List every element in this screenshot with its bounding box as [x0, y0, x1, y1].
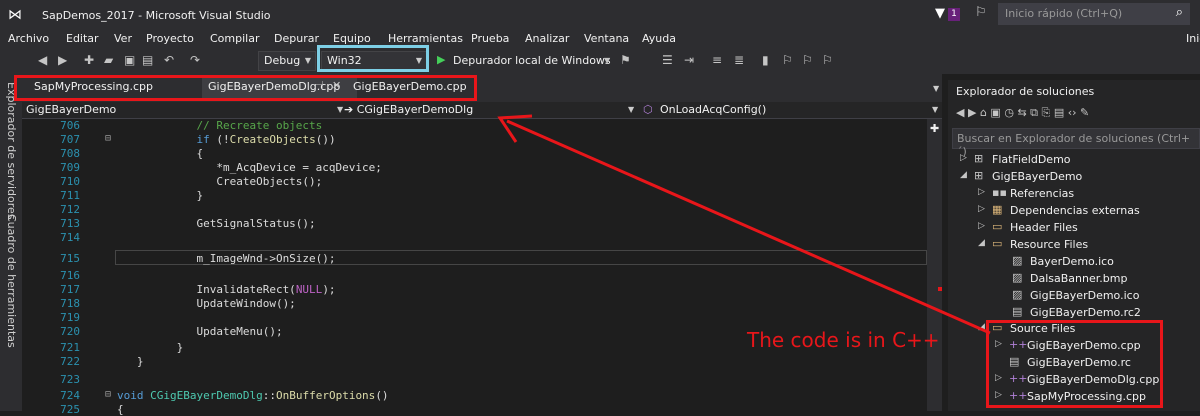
annotation-arrows: [497, 114, 991, 335]
arrow-line-to-tabs: [506, 119, 991, 335]
